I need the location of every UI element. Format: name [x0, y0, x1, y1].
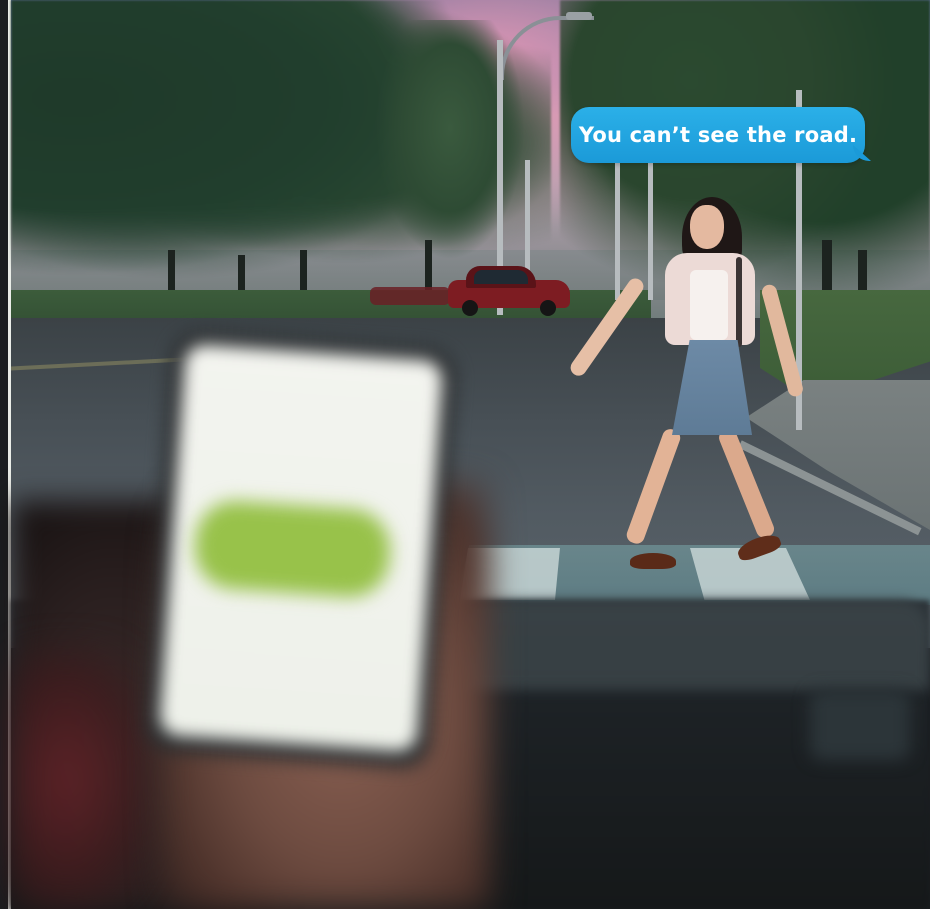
chat-bubble: You can’t see the road.: [571, 107, 865, 163]
pedestrian-woman: [567, 195, 805, 575]
shirt: [690, 270, 728, 340]
face: [690, 205, 724, 249]
leg: [716, 426, 777, 540]
parked-car-small: [370, 287, 450, 305]
phone-message-bubble: [192, 498, 393, 600]
dashboard-vent: [810, 690, 910, 760]
scene: You can’t see the road.: [0, 0, 930, 909]
sign-pole: [525, 160, 530, 270]
backpack-strap: [736, 257, 742, 347]
driver-clothing: [11, 650, 151, 909]
skirt: [672, 340, 752, 435]
chat-bubble-text: You can’t see the road.: [578, 123, 858, 147]
shoe: [630, 553, 676, 569]
parked-red-car: [448, 266, 570, 316]
dashboard-hood: [460, 600, 930, 690]
leg: [624, 426, 683, 546]
street-lamp-head: [566, 12, 592, 20]
